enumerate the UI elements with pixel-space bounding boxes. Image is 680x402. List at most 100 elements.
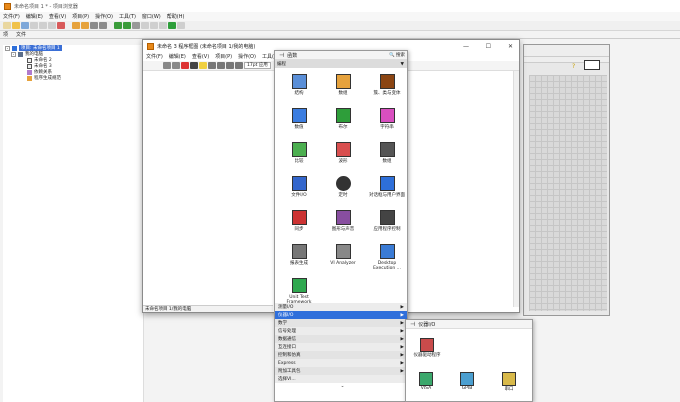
palette-item[interactable]: Desktop Execution ...: [367, 241, 407, 275]
close-button[interactable]: ✕: [508, 43, 513, 50]
palette-item[interactable]: VI Analyzer: [323, 241, 363, 275]
menu-item-control-simulation[interactable]: 控制和仿真 ▶: [275, 351, 407, 359]
serial-icon: [502, 372, 516, 386]
tab-items[interactable]: 项: [3, 31, 8, 38]
palette-item[interactable]: 报表生成: [279, 241, 319, 275]
desktop-exec-icon: [379, 244, 395, 259]
settings-icon[interactable]: [99, 22, 107, 29]
io-item[interactable]: 仪器驱动程序: [409, 338, 445, 358]
palette-item[interactable]: 定时: [323, 173, 363, 207]
open-icon[interactable]: [12, 22, 20, 29]
tree-item[interactable]: 程序生成规范: [3, 75, 143, 81]
help-icon[interactable]: ?: [572, 63, 575, 70]
menu-view[interactable]: 查看(V): [192, 53, 209, 60]
front-panel-grid[interactable]: [529, 75, 607, 311]
io-item[interactable]: 串口: [494, 372, 524, 392]
palette-item-label: 定时: [338, 193, 348, 198]
menu-item-addons[interactable]: 附加工具包 ▶: [275, 367, 407, 375]
expander-icon[interactable]: -: [11, 51, 16, 57]
palette-item[interactable]: 结构: [279, 71, 319, 105]
project-title: 未命名项目 1 * - 项目浏览器: [14, 3, 78, 10]
palette-item[interactable]: 图形与声音: [323, 207, 363, 241]
font-select[interactable]: 17pt 应用: [244, 62, 271, 69]
retain-wire-icon[interactable]: [208, 62, 216, 69]
menu-help[interactable]: 帮助(H): [167, 13, 185, 20]
palette-item[interactable]: 布尔: [323, 105, 363, 139]
palette-item[interactable]: 比较: [279, 139, 319, 173]
palette-item[interactable]: 簇、类与变体: [367, 71, 407, 105]
cut-icon[interactable]: [30, 22, 38, 29]
pin-icon[interactable]: ⊣: [410, 321, 415, 328]
minimize-button[interactable]: —: [463, 43, 469, 50]
project-title-bar: 未命名项目 1 * - 项目浏览器: [0, 0, 680, 12]
forward-icon[interactable]: [123, 22, 131, 29]
file-io-icon: [291, 176, 307, 191]
palette-item[interactable]: 对话框与用户界面: [367, 173, 407, 207]
menu-operate[interactable]: 操作(O): [95, 13, 113, 20]
menu-item-data-communication[interactable]: 数据通信 ▶: [275, 335, 407, 343]
vi-icon[interactable]: [168, 22, 176, 29]
menu-project[interactable]: 项目(P): [72, 13, 89, 20]
run-continuous-icon[interactable]: [172, 62, 180, 69]
menu-item-connectivity[interactable]: 互连接口 ▶: [275, 343, 407, 351]
expander-icon[interactable]: -: [5, 45, 10, 51]
menu-item-signal-processing[interactable]: 信号处理 ▶: [275, 327, 407, 335]
refresh-icon[interactable]: [159, 22, 167, 29]
palette-item[interactable]: 字符串: [367, 105, 407, 139]
menu-item-select-vi[interactable]: 选择VI...: [275, 375, 407, 383]
menu-operate[interactable]: 操作(O): [238, 53, 256, 60]
menu-tools[interactable]: 工具(: [262, 53, 274, 60]
bd-scrollbar[interactable]: [513, 71, 519, 307]
more-button[interactable]: ⌄: [275, 383, 407, 389]
step-into-icon[interactable]: [217, 62, 225, 69]
menu-file[interactable]: 文件(F): [146, 53, 163, 60]
palette-item[interactable]: 文件I/O: [279, 173, 319, 207]
palette-item[interactable]: 数组: [367, 139, 407, 173]
tools-icon[interactable]: [177, 22, 185, 29]
menu-tools[interactable]: 工具(T): [119, 13, 136, 20]
save-icon[interactable]: [21, 22, 29, 29]
palette-item[interactable]: 数值: [279, 105, 319, 139]
tab-files[interactable]: 文件: [16, 31, 26, 38]
expand-icon[interactable]: [150, 22, 158, 29]
pause-icon[interactable]: [190, 62, 198, 69]
menu-item-label: 信号处理: [278, 329, 296, 334]
menu-item-measurement-io[interactable]: 测量I/O ▶: [275, 303, 407, 311]
abort-icon[interactable]: [181, 62, 189, 69]
menu-item-express[interactable]: Express ▶: [275, 359, 407, 367]
palette-item[interactable]: 波形: [323, 139, 363, 173]
pin-icon[interactable]: ⊣: [279, 52, 284, 59]
menu-item-math[interactable]: 数学 ▶: [275, 319, 407, 327]
run-icon[interactable]: [163, 62, 171, 69]
collapse-icon[interactable]: [141, 22, 149, 29]
menu-window[interactable]: 窗口(W): [142, 13, 161, 20]
paste-icon[interactable]: [48, 22, 56, 29]
menu-edit[interactable]: 编辑(E): [169, 53, 186, 60]
build-all-icon[interactable]: [81, 22, 89, 29]
io-item[interactable]: VISA: [411, 372, 441, 391]
palette-item[interactable]: 数组: [323, 71, 363, 105]
delete-icon[interactable]: [57, 22, 65, 29]
build-icon[interactable]: [72, 22, 80, 29]
filter-icon[interactable]: [90, 22, 98, 29]
connector-pane-icon[interactable]: [584, 60, 600, 70]
new-icon[interactable]: [3, 22, 11, 29]
menu-edit[interactable]: 编辑(E): [26, 13, 43, 20]
step-out-icon[interactable]: [235, 62, 243, 69]
back-icon[interactable]: [114, 22, 122, 29]
dropdown-icon[interactable]: [132, 22, 140, 29]
menu-item-instrument-io[interactable]: 仪器I/O ▶: [275, 311, 407, 319]
menu-view[interactable]: 查看(V): [49, 13, 66, 20]
io-item[interactable]: GPIB: [452, 372, 482, 391]
highlight-icon[interactable]: [199, 62, 207, 69]
menu-file[interactable]: 文件(F): [3, 13, 20, 20]
palette-item[interactable]: 同步: [279, 207, 319, 241]
maximize-button[interactable]: ☐: [486, 43, 491, 50]
step-over-icon[interactable]: [226, 62, 234, 69]
palette-category-programming[interactable]: 编程 ▼: [275, 60, 407, 68]
timing-array-icon: [379, 142, 395, 157]
search-button[interactable]: 🔍 搜索: [389, 52, 405, 58]
palette-item[interactable]: 应用程序控制: [367, 207, 407, 241]
menu-project[interactable]: 项目(P): [215, 53, 232, 60]
copy-icon[interactable]: [39, 22, 47, 29]
